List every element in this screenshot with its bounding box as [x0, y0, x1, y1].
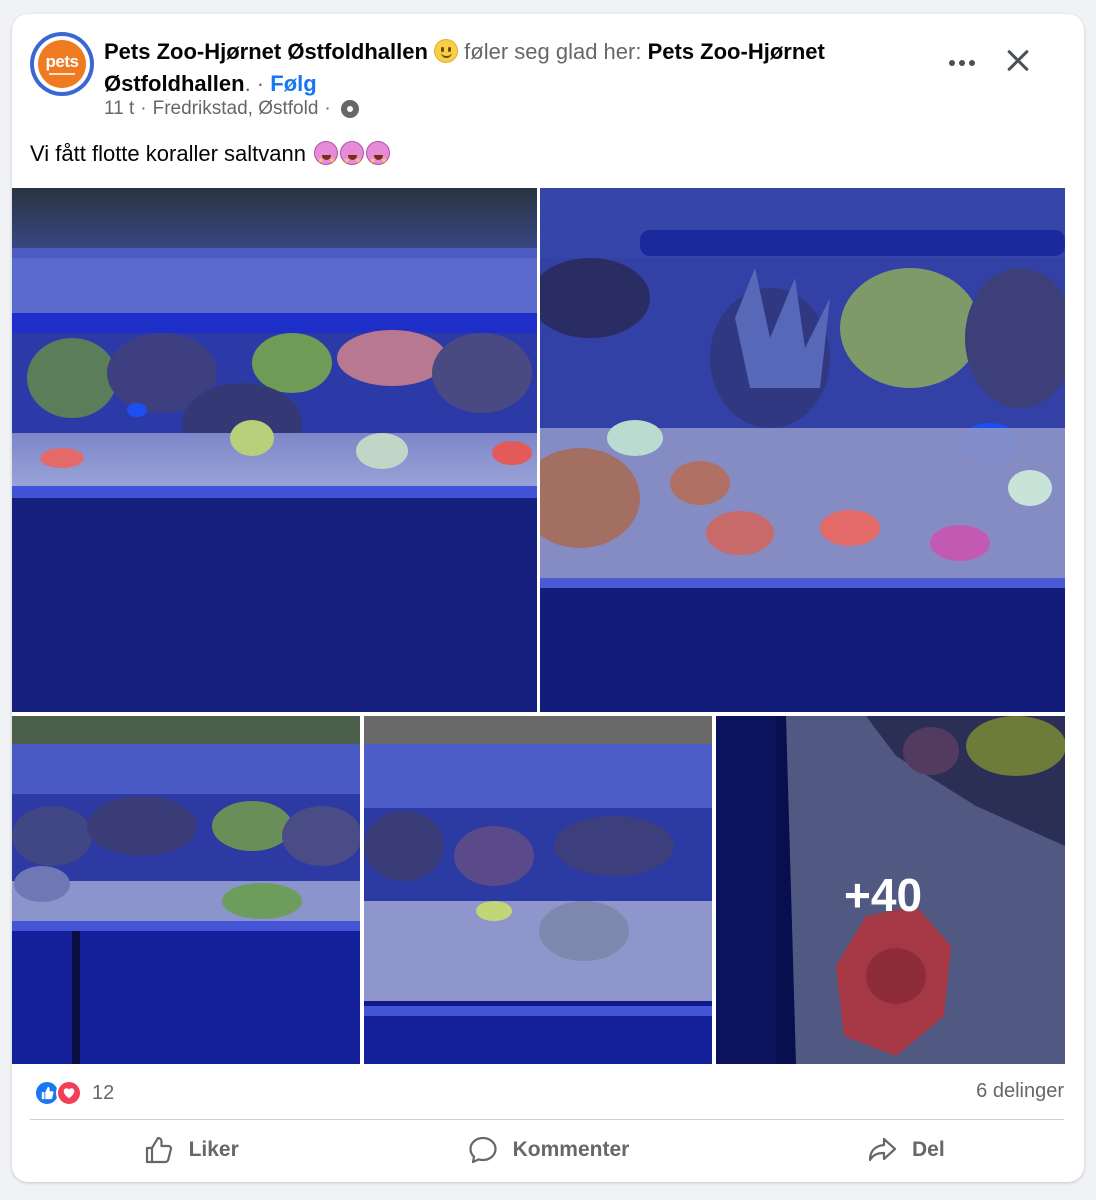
post-time[interactable]: 11 t: [104, 98, 134, 120]
photo-4[interactable]: [364, 716, 712, 1064]
logo-underline: [49, 72, 75, 75]
more-options-button[interactable]: [940, 48, 984, 78]
photo-1[interactable]: [12, 188, 537, 712]
reaction-count: 12: [92, 1081, 115, 1104]
post-message: Vi fått flotte koraller saltvann: [30, 141, 306, 166]
speech-bubble-icon: [469, 1136, 497, 1164]
photo-5[interactable]: +40: [716, 716, 1065, 1064]
meta-dot-2: ·: [324, 98, 331, 119]
more-dot: [969, 60, 975, 66]
author-name[interactable]: Pets Zoo-Hjørnet Østfoldhallen: [104, 39, 428, 64]
aquarium-photo: [12, 188, 537, 712]
share-label: Del: [911, 1138, 945, 1161]
post-card: pets Pets Zoo-Hjørnet Østfoldhallen føle…: [12, 14, 1084, 1182]
more-dot: [959, 60, 965, 66]
star-struck-emoji-icon: [314, 141, 339, 177]
post-text: Vi fått flotte koraller saltvann: [30, 138, 391, 177]
thumbs-up-icon: [145, 1136, 172, 1164]
comment-label: Kommenter: [512, 1138, 630, 1161]
love-reaction-icon: [56, 1080, 82, 1106]
gear-icon[interactable]: [340, 100, 359, 118]
follow-button[interactable]: Følg: [270, 71, 316, 96]
photo-3[interactable]: [12, 716, 360, 1064]
aquarium-photo: [364, 716, 712, 1064]
feeling-text: føler seg glad her:: [464, 39, 642, 64]
share-button[interactable]: Del: [727, 1124, 1084, 1176]
logo-text: pets: [45, 51, 79, 71]
smile-emoji-icon: [434, 39, 459, 63]
divider: [30, 1119, 1064, 1120]
like-button[interactable]: Liker: [12, 1124, 369, 1176]
like-label: Liker: [188, 1138, 239, 1161]
more-photos-overlay[interactable]: +40: [716, 716, 1065, 1064]
separator: . ·: [244, 71, 265, 96]
comment-button[interactable]: Kommenter: [369, 1124, 726, 1176]
share-arrow-icon: [868, 1137, 897, 1162]
post-header: Pets Zoo-Hjørnet Østfoldhallen føler seg…: [104, 36, 924, 100]
page-avatar[interactable]: pets: [30, 32, 94, 96]
more-photos-count: +40: [844, 869, 923, 921]
post-actions: Liker Kommenter Del: [12, 1124, 1084, 1176]
aquarium-photo: [12, 716, 360, 1064]
meta-dot: ·: [140, 98, 147, 119]
share-count[interactable]: 6 delinger: [976, 1080, 1064, 1103]
reactions-summary[interactable]: 12: [34, 1080, 114, 1106]
photo-2[interactable]: [540, 188, 1065, 712]
close-icon[interactable]: [998, 40, 1038, 80]
aquarium-photo: [540, 188, 1065, 712]
star-struck-emoji-icon: [366, 141, 391, 177]
star-struck-emoji-icon: [340, 141, 365, 177]
more-options-icon: [949, 60, 955, 66]
avatar-ring: pets: [34, 36, 90, 92]
post-location[interactable]: Fredrikstad, Østfold: [153, 98, 319, 120]
pets-logo: pets: [38, 40, 86, 88]
post-meta: 11 t · Fredrikstad, Østfold ·: [104, 98, 359, 120]
